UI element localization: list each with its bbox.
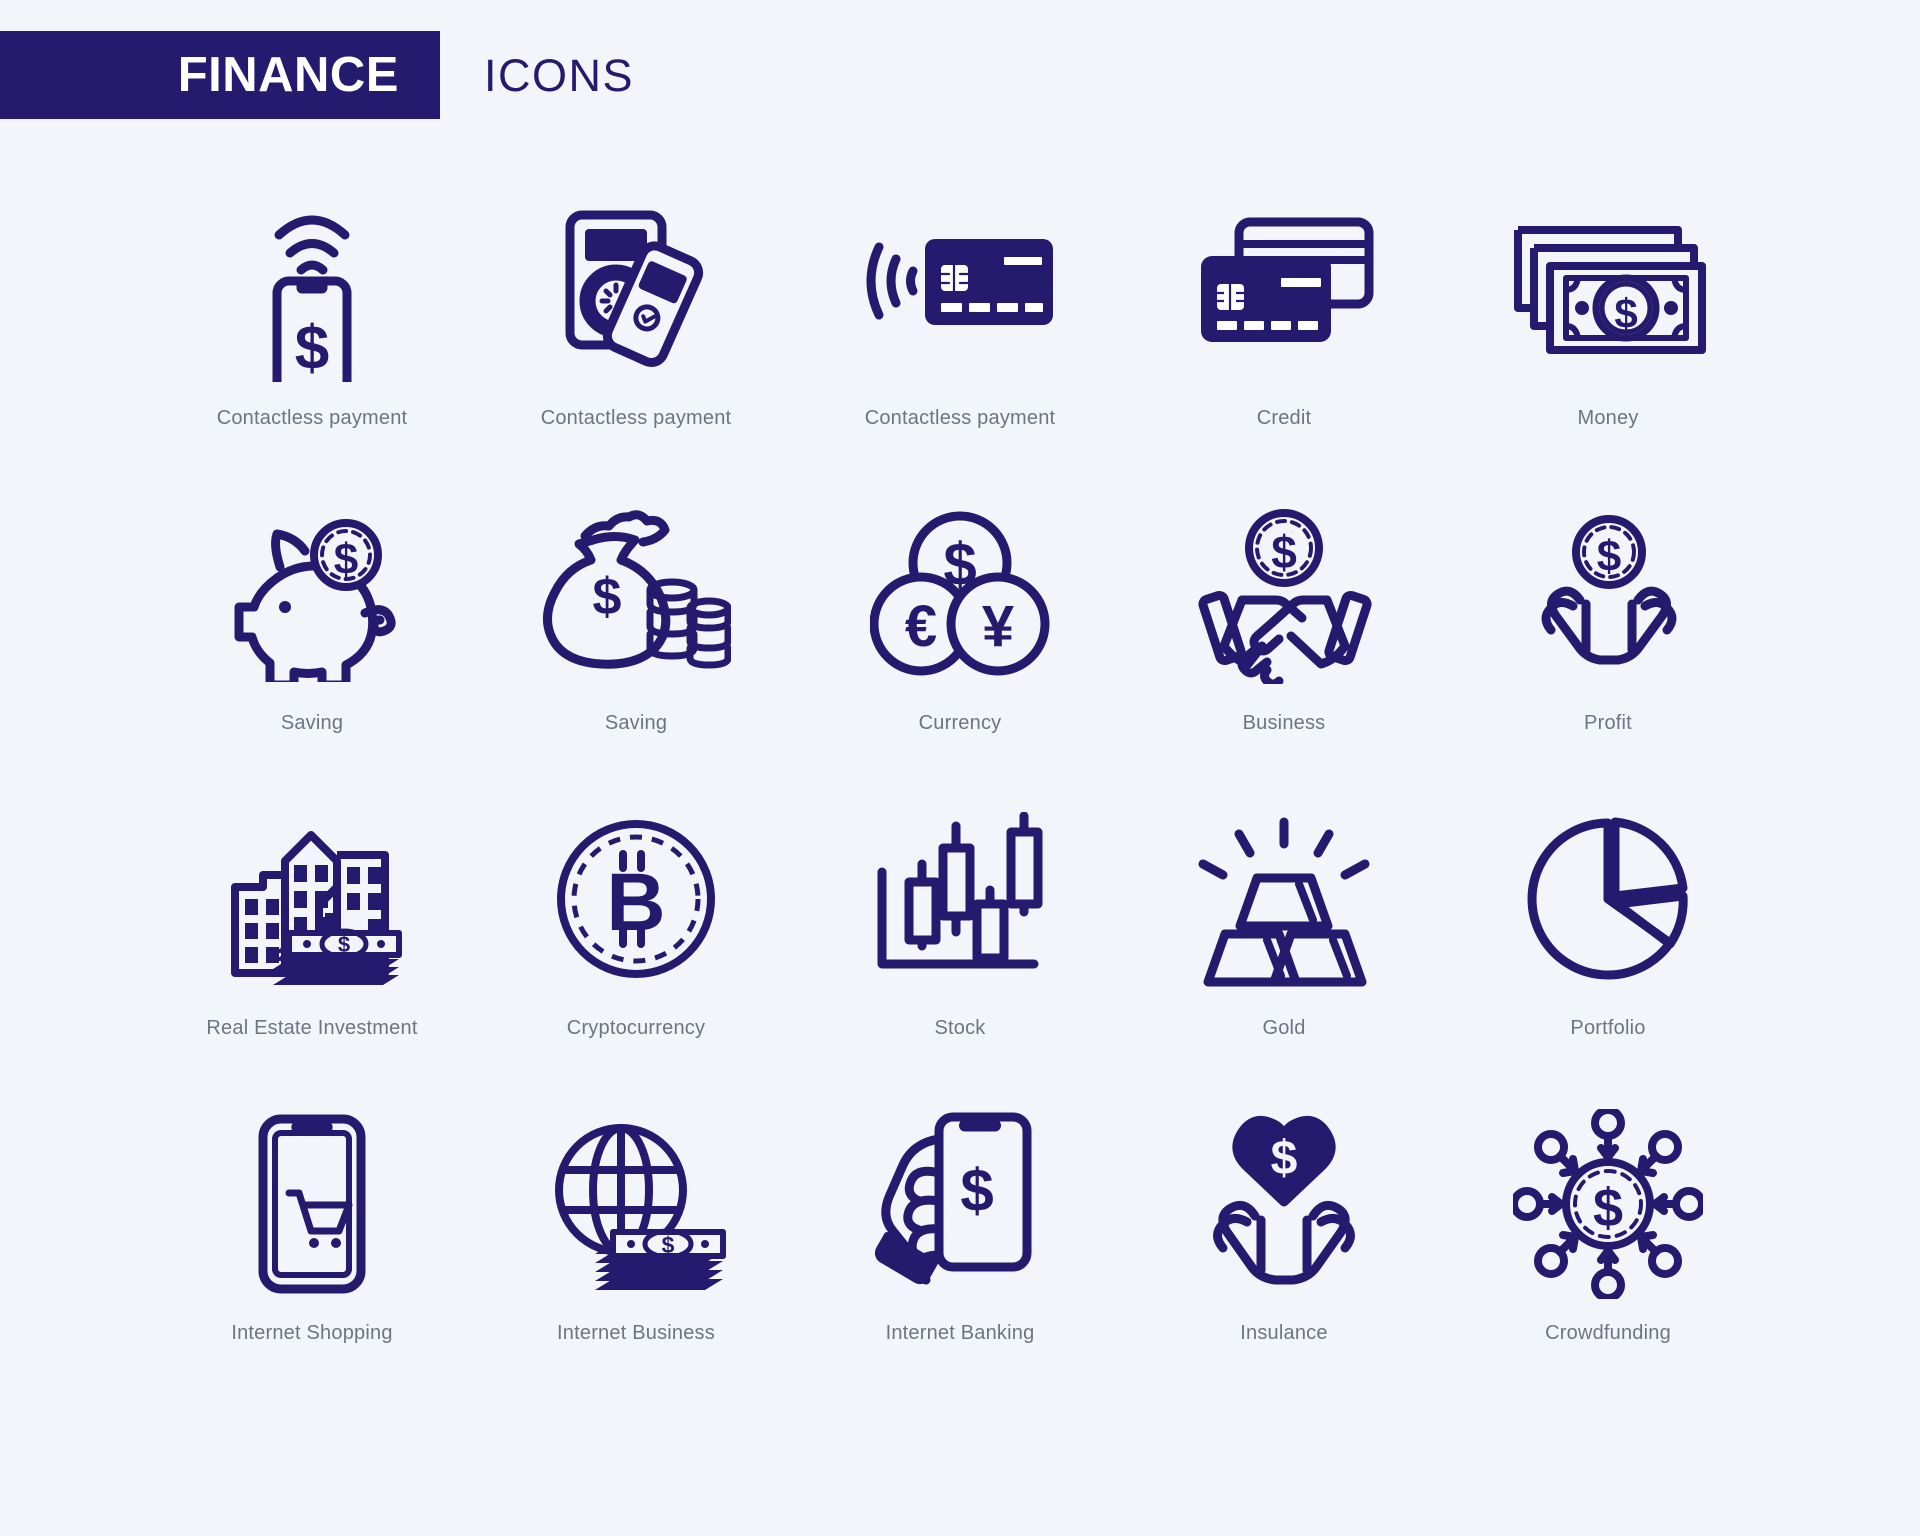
icon-label: Internet Shopping — [231, 1322, 393, 1344]
svg-text:$: $ — [960, 1157, 993, 1224]
svg-text:B: B — [606, 857, 665, 948]
money-bag-coins-icon[interactable]: $ — [536, 494, 736, 694]
icon-cell-gold[interactable]: Gold — [1122, 799, 1446, 1104]
icon-cell-cryptocurrency[interactable]: B Cryptocurrency — [474, 799, 798, 1104]
icon-cell-internet-business[interactable]: $ Internet Business — [474, 1104, 798, 1409]
icon-cell-internet-shopping[interactable]: Internet Shopping — [150, 1104, 474, 1409]
credit-card-nfc-icon[interactable] — [860, 189, 1060, 389]
svg-text:$: $ — [333, 535, 357, 584]
svg-text:¥: ¥ — [982, 594, 1014, 659]
credit-cards-stack-icon[interactable] — [1184, 189, 1384, 389]
page-title: FINANCE — [177, 47, 399, 102]
pos-terminal-phone-tap-icon[interactable] — [536, 189, 736, 389]
svg-text:$: $ — [1593, 1178, 1623, 1238]
icon-cell-portfolio[interactable]: Portfolio — [1446, 799, 1770, 1104]
svg-text:$: $ — [295, 314, 329, 382]
icon-cell-crowdfunding[interactable]: $ Crowdfunding — [1446, 1104, 1770, 1409]
subtitle-wrap: ICONS — [440, 31, 634, 119]
svg-text:$: $ — [1271, 526, 1297, 578]
icon-sheet-page: FINANCE ICONS $ Contactless payment Cont… — [0, 0, 1920, 1536]
svg-text:$: $ — [1614, 290, 1637, 337]
hands-holding-coin-icon[interactable]: $ — [1508, 494, 1708, 694]
piggy-bank-coin-icon[interactable]: $ — [212, 494, 412, 694]
icon-cell-credit[interactable]: Credit — [1122, 189, 1446, 494]
svg-text:$: $ — [593, 568, 622, 626]
gold-bars-icon[interactable] — [1184, 799, 1384, 999]
icon-label: Saving — [604, 712, 668, 734]
icon-label: Credit — [1256, 407, 1312, 429]
icon-label: Internet Business — [557, 1322, 715, 1344]
bitcoin-coin-icon[interactable]: B — [536, 799, 736, 999]
icon-cell-saving-piggy[interactable]: $ Saving — [150, 494, 474, 799]
icon-label: Contactless payment — [216, 407, 408, 429]
icon-cell-contactless-payment-card[interactable]: Contactless payment — [798, 189, 1122, 494]
icon-label: Saving — [280, 712, 344, 734]
icon-cell-contactless-payment-terminal[interactable]: Contactless payment — [474, 189, 798, 494]
pie-chart-icon[interactable] — [1508, 799, 1708, 999]
hands-heart-dollar-icon[interactable]: $ — [1184, 1104, 1384, 1304]
title-badge: FINANCE — [0, 31, 440, 119]
icon-cell-insulance[interactable]: $ Insulance — [1122, 1104, 1446, 1409]
icon-cell-currency[interactable]: $ € ¥ Currency — [798, 494, 1122, 799]
icon-label: Internet Banking — [885, 1322, 1035, 1344]
banknotes-dollar-icon[interactable]: $ — [1508, 189, 1708, 389]
icon-cell-internet-banking[interactable]: $ Internet Banking — [798, 1104, 1122, 1409]
icon-label: Insulance — [1240, 1322, 1328, 1344]
phone-nfc-dollar-icon[interactable]: $ — [212, 189, 412, 389]
candlestick-chart-icon[interactable] — [860, 799, 1060, 999]
icon-label: Currency — [918, 712, 1002, 734]
currency-coins-dollar-euro-yen-icon[interactable]: $ € ¥ — [860, 494, 1060, 694]
icon-label: Crowdfunding — [1545, 1322, 1671, 1344]
icon-label: Real Estate Investment — [206, 1017, 418, 1039]
hand-holding-phone-dollar-icon[interactable]: $ — [860, 1104, 1060, 1304]
icon-cell-money[interactable]: $ Money — [1446, 189, 1770, 494]
svg-text:$: $ — [337, 932, 349, 957]
buildings-cash-stack-icon[interactable]: $ — [212, 799, 412, 999]
icon-label: Gold — [1262, 1017, 1306, 1039]
page-subtitle: ICONS — [484, 49, 635, 101]
svg-text:$: $ — [661, 1232, 674, 1258]
icon-label: Stock — [934, 1017, 986, 1039]
icon-grid: $ Contactless payment Contactless paymen… — [0, 189, 1920, 1409]
icon-label: Cryptocurrency — [566, 1017, 706, 1039]
icon-cell-business[interactable]: $ Business — [1122, 494, 1446, 799]
icon-cell-profit[interactable]: $ Profit — [1446, 494, 1770, 799]
icon-cell-contactless-payment-phone[interactable]: $ Contactless payment — [150, 189, 474, 494]
icon-label: Business — [1242, 712, 1326, 734]
icon-label: Profit — [1584, 712, 1632, 734]
globe-cash-stack-icon[interactable]: $ — [536, 1104, 736, 1304]
handshake-coin-icon[interactable]: $ — [1184, 494, 1384, 694]
icon-label: Contactless payment — [540, 407, 732, 429]
svg-text:$: $ — [1596, 532, 1620, 581]
icon-label: Portfolio — [1570, 1017, 1646, 1039]
icon-label: Contactless payment — [864, 407, 1056, 429]
icon-cell-saving-bag[interactable]: $ Saving — [474, 494, 798, 799]
phone-shopping-cart-icon[interactable] — [212, 1104, 412, 1304]
icon-label: Money — [1577, 407, 1639, 429]
crowdfunding-network-coin-icon[interactable]: $ — [1508, 1104, 1708, 1304]
page-header: FINANCE ICONS — [0, 31, 1920, 119]
icon-cell-real-estate-investment[interactable]: $ Real Estate Investment — [150, 799, 474, 1104]
svg-text:$: $ — [1271, 1132, 1298, 1185]
svg-text:€: € — [905, 594, 937, 659]
icon-cell-stock[interactable]: Stock — [798, 799, 1122, 1104]
